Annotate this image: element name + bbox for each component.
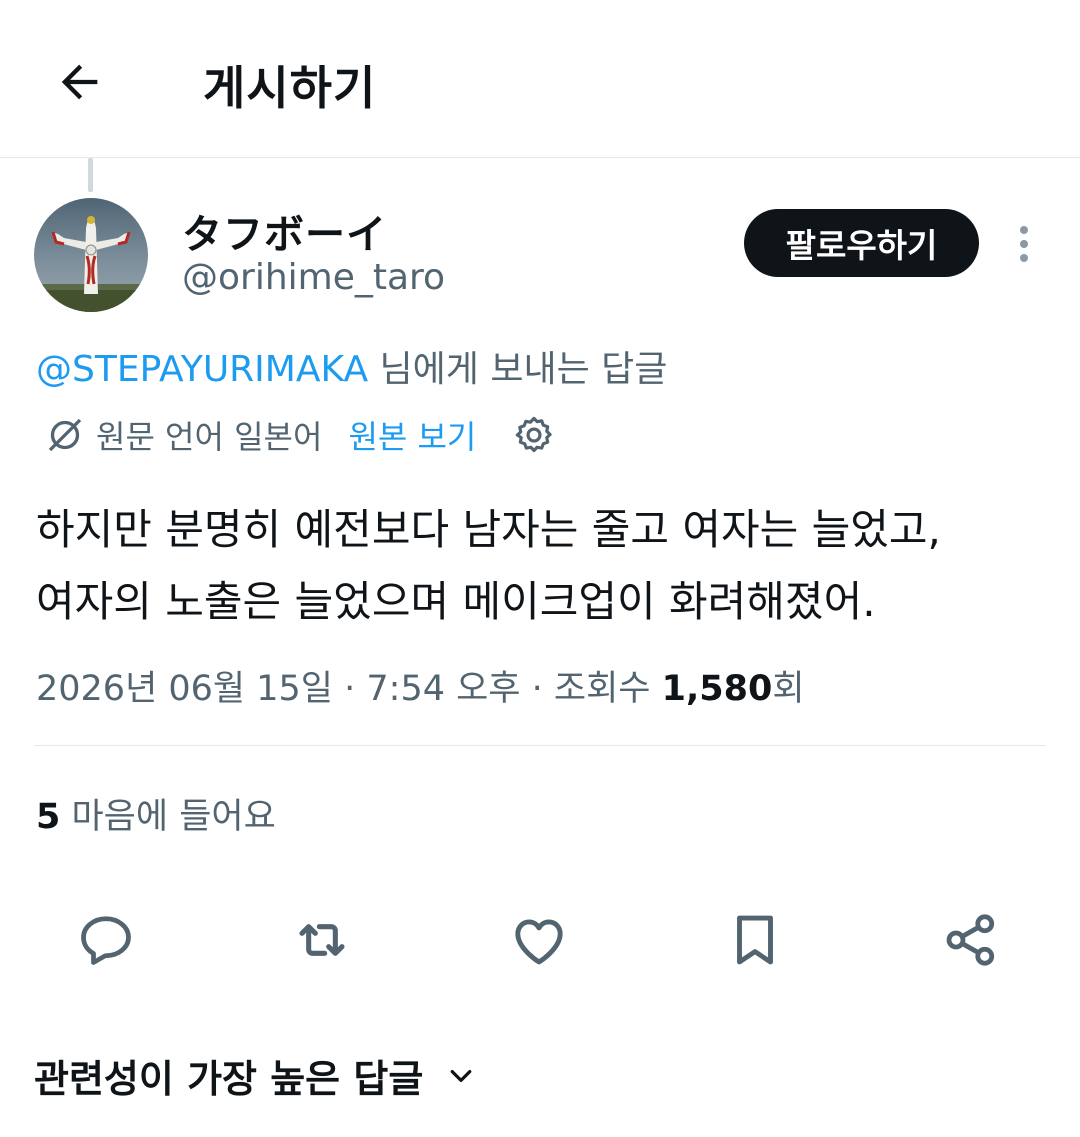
share-icon [946, 914, 995, 966]
post-date[interactable]: 2026년 06월 15일 [36, 669, 333, 709]
retweet-icon [299, 924, 345, 956]
gear-icon [516, 416, 553, 453]
author-handle[interactable]: @orihime_taro [182, 257, 445, 298]
reply-button[interactable] [74, 908, 138, 972]
more-options-button[interactable] [1008, 222, 1040, 266]
post-time[interactable]: 7:54 오후 [366, 669, 520, 709]
repost-button[interactable] [290, 908, 354, 972]
chevron-down-icon [443, 1058, 479, 1094]
post-text: 하지만 분명히 예전보다 남자는 줄고 여자는 늘었고, 여자의 노출은 늘었으… [36, 494, 1056, 638]
top-app-bar: 게시하기 [0, 0, 1080, 158]
reply-sort-selector[interactable]: 관련성이 가장 높은 답글 [34, 1048, 479, 1103]
meta-separator: · [520, 669, 554, 709]
meta-separator: · [333, 669, 367, 709]
post-metadata: 2026년 06월 15일 · 7:54 오후 · 조회수 1,580회 [36, 660, 805, 711]
views-suffix: 회 [772, 669, 805, 709]
action-bar [0, 900, 1080, 980]
views-prefix: 조회수 [553, 669, 662, 709]
divider [34, 745, 1046, 746]
thread-connector-line [88, 158, 93, 192]
replying-to-line: @STEPAYURIMAKA 님에게 보내는 답글 [36, 340, 667, 392]
show-original-link[interactable]: 원본 보기 [348, 412, 476, 458]
reply-icon [81, 916, 131, 965]
translate-icon [44, 414, 86, 456]
translation-settings-button[interactable] [512, 413, 556, 457]
likes-count-link[interactable]: 5 마음에 들어요 [36, 788, 276, 839]
view-count: 1,580 [661, 669, 773, 709]
translation-row: 원문 언어 일본어 원본 보기 [44, 408, 556, 462]
reply-suffix: 님에게 보내는 답글 [368, 349, 668, 390]
bookmark-icon [737, 915, 773, 965]
likes-count: 5 [36, 797, 61, 837]
reply-mention-link[interactable]: @STEPAYURIMAKA [36, 349, 368, 390]
avatar[interactable] [34, 198, 148, 312]
share-button[interactable] [939, 908, 1003, 972]
likes-label: 마음에 들어요 [60, 797, 276, 837]
back-button[interactable] [52, 54, 108, 110]
follow-button[interactable]: 팔로우하기 [744, 209, 979, 277]
source-language-label: 원문 언어 일본어 [96, 418, 323, 456]
like-icon [515, 919, 563, 965]
more-vertical-icon [1020, 226, 1028, 262]
post-text-line: 여자의 노출은 늘었으며 메이크업이 화려해졌어. [36, 577, 876, 626]
page-title: 게시하기 [203, 61, 377, 115]
sort-label: 관련성이 가장 높은 답글 [34, 1057, 424, 1101]
like-button[interactable] [507, 908, 571, 972]
bookmark-button[interactable] [723, 908, 787, 972]
post-text-line: 하지만 분명히 예전보다 남자는 줄고 여자는 늘었고, [36, 505, 941, 554]
arrow-left-icon [61, 64, 98, 100]
author-display-name[interactable]: タフボーイ [182, 202, 387, 260]
